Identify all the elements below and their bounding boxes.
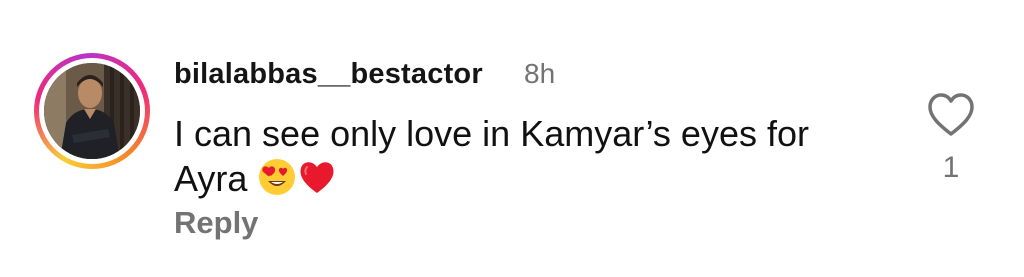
- comment-text: I can see only love in Kamyar’s eyes for…: [174, 111, 874, 201]
- like-button[interactable]: [926, 92, 976, 138]
- heart-outline-icon: [928, 93, 974, 136]
- comment-item: bilalabbas__bestactor 8h I can see only …: [0, 0, 1024, 277]
- reply-button[interactable]: Reply: [174, 205, 258, 241]
- avatar-photo: [44, 63, 140, 159]
- like-count: 1: [942, 151, 960, 184]
- heart-eyes-emoji: [257, 157, 297, 197]
- comment-text-line1: I can see only love in Kamyar’s eyes for: [174, 113, 809, 154]
- comment-timestamp: 8h: [524, 58, 556, 89]
- comment-text-line2: Ayra: [174, 158, 248, 199]
- red-heart-emoji: [297, 157, 337, 197]
- avatar-border: [39, 58, 145, 164]
- story-ring[interactable]: [34, 53, 150, 169]
- avatar[interactable]: [44, 63, 140, 159]
- comment-username[interactable]: bilalabbas__bestactor: [174, 58, 483, 91]
